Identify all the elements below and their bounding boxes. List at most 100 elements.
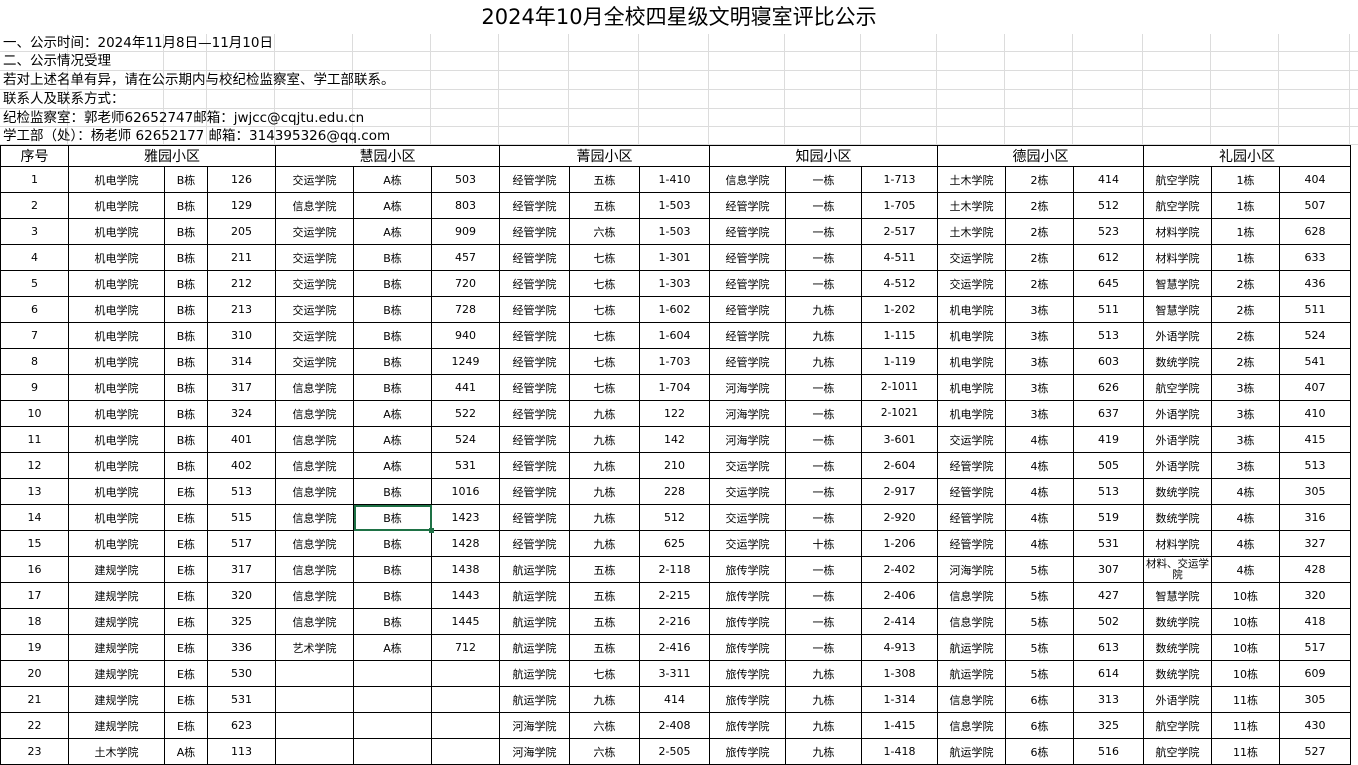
cell-yayuan-room[interactable]: 129 — [207, 192, 276, 219]
cell-liyuan-room[interactable]: 511 — [1279, 296, 1351, 323]
cell-index[interactable]: 18 — [0, 608, 69, 635]
cell-liyuan-room[interactable]: 524 — [1279, 322, 1351, 349]
cell-yayuan-building[interactable]: B栋 — [164, 296, 208, 323]
cell-zhiyuan-room[interactable]: 2-1011 — [861, 374, 938, 401]
cell-jingyuan-room[interactable]: 2-215 — [639, 582, 710, 609]
cell-deyuan-college[interactable]: 交运学院 — [937, 244, 1006, 271]
cell-huiyuan-room[interactable]: 1016 — [431, 478, 500, 505]
cell-deyuan-building[interactable]: 4栋 — [1005, 452, 1074, 479]
cell-yayuan-building[interactable]: B栋 — [164, 400, 208, 427]
cell-liyuan-room[interactable]: 517 — [1279, 634, 1351, 661]
cell-deyuan-room[interactable]: 603 — [1073, 348, 1144, 375]
cell-index[interactable]: 13 — [0, 478, 69, 505]
cell-huiyuan-room[interactable] — [431, 660, 500, 687]
cell-zhiyuan-college[interactable]: 经管学院 — [709, 270, 786, 297]
cell-deyuan-room[interactable]: 505 — [1073, 452, 1144, 479]
cell-deyuan-college[interactable]: 机电学院 — [937, 296, 1006, 323]
cell-zhiyuan-building[interactable]: 一栋 — [785, 452, 862, 479]
cell-liyuan-room[interactable]: 407 — [1279, 374, 1351, 401]
cell-liyuan-college[interactable]: 智慧学院 — [1143, 296, 1212, 323]
cell-huiyuan-building[interactable]: A栋 — [353, 400, 432, 427]
cell-deyuan-building[interactable]: 3栋 — [1005, 296, 1074, 323]
cell-jingyuan-college[interactable]: 航运学院 — [499, 686, 570, 713]
cell-deyuan-building[interactable]: 2栋 — [1005, 166, 1074, 193]
cell-deyuan-building[interactable]: 5栋 — [1005, 608, 1074, 635]
cell-deyuan-building[interactable]: 3栋 — [1005, 322, 1074, 349]
cell-huiyuan-college[interactable] — [275, 712, 354, 739]
cell-deyuan-room[interactable]: 307 — [1073, 556, 1144, 583]
cell-yayuan-room[interactable]: 517 — [207, 530, 276, 557]
cell-zhiyuan-college[interactable]: 旅传学院 — [709, 712, 786, 739]
cell-zhiyuan-room[interactable]: 1-119 — [861, 348, 938, 375]
cell-huiyuan-room[interactable]: 909 — [431, 218, 500, 245]
notice-contacts-label[interactable]: 联系人及联系方式： — [3, 90, 125, 108]
cell-yayuan-room[interactable]: 317 — [207, 374, 276, 401]
cell-deyuan-college[interactable]: 经管学院 — [937, 504, 1006, 531]
cell-jingyuan-room[interactable]: 1-704 — [639, 374, 710, 401]
cell-huiyuan-building[interactable]: B栋 — [353, 530, 432, 557]
cell-zhiyuan-college[interactable]: 旅传学院 — [709, 686, 786, 713]
cell-deyuan-building[interactable]: 3栋 — [1005, 348, 1074, 375]
cell-jingyuan-building[interactable]: 七栋 — [569, 348, 640, 375]
cell-liyuan-college[interactable]: 材料学院 — [1143, 218, 1212, 245]
cell-huiyuan-college[interactable]: 信息学院 — [275, 530, 354, 557]
cell-huiyuan-building[interactable] — [353, 686, 432, 713]
cell-liyuan-room[interactable]: 609 — [1279, 660, 1351, 687]
cell-zhiyuan-college[interactable]: 河海学院 — [709, 374, 786, 401]
cell-zhiyuan-building[interactable]: 一栋 — [785, 244, 862, 271]
cell-liyuan-room[interactable]: 327 — [1279, 530, 1351, 557]
cell-zhiyuan-college[interactable]: 旅传学院 — [709, 608, 786, 635]
cell-huiyuan-room[interactable]: 1438 — [431, 556, 500, 583]
cell-deyuan-building[interactable]: 6栋 — [1005, 738, 1074, 765]
cell-jingyuan-college[interactable]: 经管学院 — [499, 374, 570, 401]
cell-liyuan-room[interactable]: 436 — [1279, 270, 1351, 297]
cell-jingyuan-room[interactable]: 210 — [639, 452, 710, 479]
cell-jingyuan-room[interactable]: 625 — [639, 530, 710, 557]
cell-deyuan-room[interactable]: 531 — [1073, 530, 1144, 557]
cell-liyuan-room[interactable]: 430 — [1279, 712, 1351, 739]
cell-deyuan-building[interactable]: 5栋 — [1005, 660, 1074, 687]
cell-yayuan-building[interactable]: B栋 — [164, 348, 208, 375]
cell-zhiyuan-building[interactable]: 十栋 — [785, 530, 862, 557]
cell-zhiyuan-college[interactable]: 河海学院 — [709, 400, 786, 427]
cell-index[interactable]: 6 — [0, 296, 69, 323]
cell-liyuan-building[interactable]: 4栋 — [1211, 530, 1280, 557]
cell-yayuan-room[interactable]: 324 — [207, 400, 276, 427]
cell-liyuan-room[interactable]: 415 — [1279, 426, 1351, 453]
cell-huiyuan-room[interactable]: 803 — [431, 192, 500, 219]
cell-yayuan-college[interactable]: 建规学院 — [68, 582, 165, 609]
cell-yayuan-room[interactable]: 211 — [207, 244, 276, 271]
cell-jingyuan-room[interactable]: 1-301 — [639, 244, 710, 271]
cell-yayuan-room[interactable]: 205 — [207, 218, 276, 245]
cell-zhiyuan-room[interactable]: 1-314 — [861, 686, 938, 713]
cell-yayuan-building[interactable]: B栋 — [164, 192, 208, 219]
cell-jingyuan-room[interactable]: 122 — [639, 400, 710, 427]
cell-deyuan-room[interactable]: 512 — [1073, 192, 1144, 219]
cell-zhiyuan-room[interactable]: 2-917 — [861, 478, 938, 505]
cell-deyuan-building[interactable]: 4栋 — [1005, 478, 1074, 505]
cell-jingyuan-room[interactable]: 2-408 — [639, 712, 710, 739]
cell-zhiyuan-college[interactable]: 交运学院 — [709, 478, 786, 505]
cell-index[interactable]: 1 — [0, 166, 69, 193]
cell-huiyuan-college[interactable]: 交运学院 — [275, 348, 354, 375]
cell-index[interactable]: 8 — [0, 348, 69, 375]
cell-liyuan-building[interactable]: 3栋 — [1211, 452, 1280, 479]
cell-huiyuan-room[interactable]: 522 — [431, 400, 500, 427]
cell-huiyuan-college[interactable]: 信息学院 — [275, 608, 354, 635]
cell-zhiyuan-building[interactable]: 九栋 — [785, 712, 862, 739]
cell-liyuan-building[interactable]: 11栋 — [1211, 738, 1280, 765]
cell-liyuan-room[interactable]: 628 — [1279, 218, 1351, 245]
cell-deyuan-room[interactable]: 502 — [1073, 608, 1144, 635]
cell-liyuan-building[interactable]: 1栋 — [1211, 166, 1280, 193]
cell-yayuan-room[interactable]: 113 — [207, 738, 276, 765]
cell-deyuan-room[interactable]: 414 — [1073, 166, 1144, 193]
cell-huiyuan-college[interactable]: 交运学院 — [275, 166, 354, 193]
cell-jingyuan-room[interactable]: 1-604 — [639, 322, 710, 349]
cell-liyuan-building[interactable]: 4栋 — [1211, 504, 1280, 531]
cell-jingyuan-building[interactable]: 六栋 — [569, 738, 640, 765]
cell-liyuan-college[interactable]: 数统学院 — [1143, 634, 1212, 661]
cell-liyuan-college[interactable]: 航空学院 — [1143, 712, 1212, 739]
cell-deyuan-college[interactable]: 机电学院 — [937, 400, 1006, 427]
cell-huiyuan-room[interactable] — [431, 712, 500, 739]
cell-zhiyuan-college[interactable]: 经管学院 — [709, 192, 786, 219]
